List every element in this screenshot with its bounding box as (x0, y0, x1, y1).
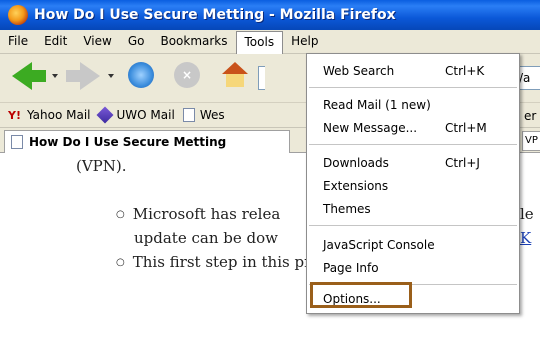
menu-item-extensions[interactable]: Extensions (307, 175, 519, 197)
content-text: update can be dow (134, 229, 278, 247)
menu-bar: File Edit View Go Bookmarks Tools Help (0, 30, 540, 54)
back-arrow-tail (30, 70, 46, 82)
menu-separator (309, 225, 517, 226)
bookmark-wes[interactable]: Wes (182, 108, 225, 122)
menu-item-javascript-console[interactable]: JavaScript Console (307, 234, 519, 256)
list-item: ○ Microsoft has relea (116, 205, 281, 223)
menu-edit[interactable]: Edit (36, 31, 75, 52)
stop-icon[interactable]: × (174, 62, 200, 88)
window-title-bar: How Do I Use Secure Metting - Mozilla Fi… (0, 0, 540, 30)
forward-dropdown-icon[interactable] (108, 74, 114, 78)
url-bar-edge[interactable] (258, 66, 265, 90)
menu-help[interactable]: Help (283, 31, 326, 52)
menu-view[interactable]: View (75, 31, 119, 52)
reload-icon[interactable] (128, 62, 154, 88)
menu-tools[interactable]: Tools (235, 31, 284, 54)
bookmark-yahoo-mail[interactable]: Y! Yahoo Mail (8, 108, 91, 122)
bullet-icon: ○ (116, 257, 125, 268)
content-text: (VPN). (76, 157, 127, 175)
page-icon (182, 108, 195, 122)
menu-item-new-message[interactable]: New Message... Ctrl+M (307, 117, 519, 139)
menu-go[interactable]: Go (120, 31, 153, 52)
uwo-icon (96, 106, 114, 124)
menu-bookmarks[interactable]: Bookmarks (152, 31, 235, 52)
menu-item-page-info[interactable]: Page Info (307, 257, 519, 279)
tools-menu-dropdown: Web Search Ctrl+K Read Mail (1 new) New M… (306, 53, 520, 314)
bullet-icon: ○ (116, 209, 125, 220)
menu-item-read-mail[interactable]: Read Mail (1 new) (307, 94, 519, 116)
forward-arrow-icon[interactable] (80, 62, 100, 90)
content-link[interactable]: K (520, 229, 531, 247)
menu-separator (309, 144, 517, 145)
menu-separator (309, 87, 517, 88)
bookmark-overflow-text[interactable]: er (524, 109, 536, 123)
tab-active[interactable]: How Do I Use Secure Metting (4, 130, 290, 153)
yahoo-icon: Y! (8, 109, 21, 122)
menu-item-themes[interactable]: Themes (307, 198, 519, 220)
page-icon (11, 135, 23, 149)
back-arrow-icon[interactable] (12, 62, 32, 90)
menu-item-web-search[interactable]: Web Search Ctrl+K (307, 60, 519, 82)
options-highlight-box (310, 282, 412, 308)
bookmark-uwo-mail[interactable]: UWO Mail (96, 106, 175, 124)
window-title: How Do I Use Secure Metting - Mozilla Fi… (34, 7, 396, 23)
back-dropdown-icon[interactable] (52, 74, 58, 78)
menu-item-downloads[interactable]: Downloads Ctrl+J (307, 152, 519, 174)
menu-file[interactable]: File (0, 31, 36, 52)
home-icon[interactable] (222, 62, 248, 88)
tab-label: How Do I Use Secure Metting (29, 135, 227, 149)
content-text: le (520, 205, 534, 223)
tab-partial[interactable]: VP (522, 131, 540, 151)
firefox-logo-icon (8, 5, 28, 25)
